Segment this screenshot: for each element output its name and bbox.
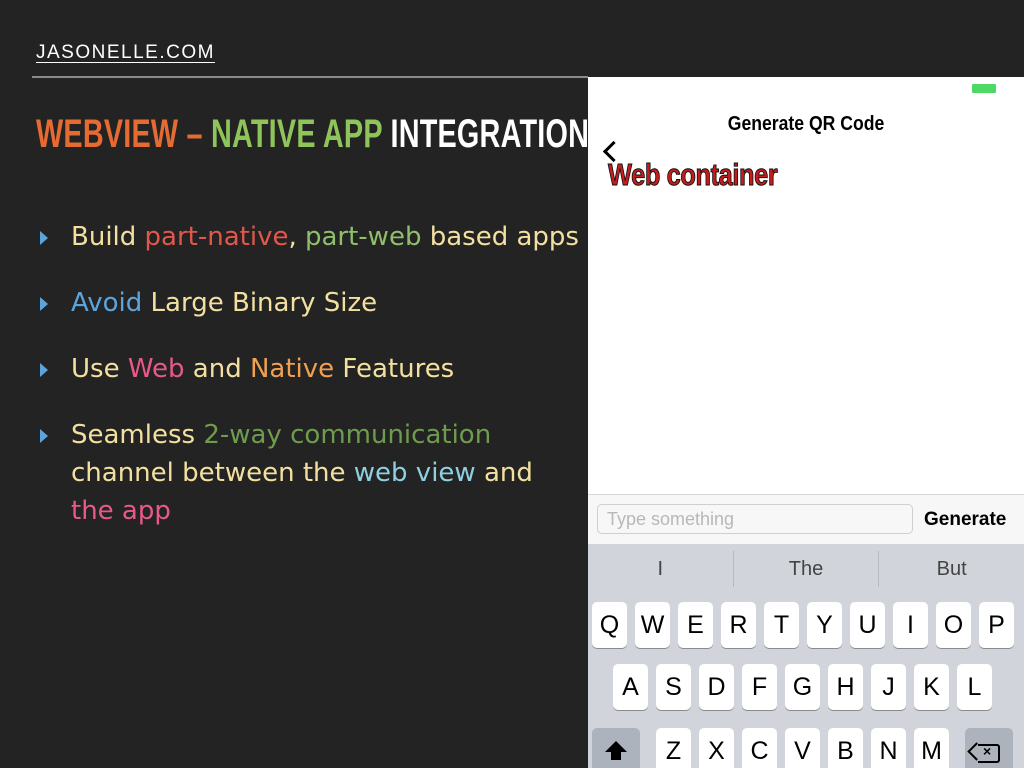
- key-p[interactable]: P: [979, 602, 1014, 648]
- bullet-text-segment: web view: [353, 458, 476, 488]
- key-t[interactable]: T: [764, 602, 799, 648]
- suggestion-item[interactable]: The: [734, 544, 879, 594]
- title-segment: –: [178, 112, 211, 156]
- key-d[interactable]: D: [699, 664, 734, 710]
- battery-icon: [972, 84, 996, 93]
- slide-title: WEBVIEW – NATIVE APP INTEGRATION: [36, 112, 589, 157]
- key-g[interactable]: G: [785, 664, 820, 710]
- bullet-list: Build part-native, part-web based apps Av…: [36, 218, 581, 558]
- bullet-item: Use Web and Native Features: [36, 350, 581, 388]
- bullet-text-segment: Use: [71, 354, 128, 384]
- bullet-text-segment: Avoid: [71, 288, 143, 318]
- key-f[interactable]: F: [742, 664, 777, 710]
- backspace-key[interactable]: ×: [965, 728, 1013, 768]
- message-input[interactable]: Type something: [597, 504, 913, 534]
- key-w[interactable]: W: [635, 602, 670, 648]
- key-m[interactable]: M: [914, 728, 949, 768]
- key-o[interactable]: O: [936, 602, 971, 648]
- key-j[interactable]: J: [871, 664, 906, 710]
- key-u[interactable]: U: [850, 602, 885, 648]
- suggestion-bar: I The But: [588, 544, 1024, 594]
- bullet-arrow-icon: [40, 363, 48, 377]
- bullet-text-segment: and: [475, 458, 533, 488]
- bullet-item: Build part-native, part-web based apps: [36, 218, 581, 256]
- keyboard: I The But × QWERTYUIOPASDFGHJKLZXCVBNM: [588, 544, 1024, 768]
- title-segment: WEBVIEW: [36, 112, 179, 156]
- header-divider: [32, 76, 588, 78]
- nav-title: Generate QR Code: [727, 113, 885, 135]
- bullet-arrow-icon: [40, 231, 48, 245]
- title-segment: INTEGRATION: [382, 112, 590, 156]
- bullet-arrow-icon: [40, 429, 48, 443]
- backspace-x-icon: ×: [983, 743, 992, 759]
- bullet-arrow-icon: [40, 297, 48, 311]
- bullet-text-segment: channel between the: [71, 458, 354, 488]
- bullet-text-segment: Large Binary Size: [142, 288, 378, 318]
- web-container-label: Web container: [608, 157, 779, 193]
- key-r[interactable]: R: [721, 602, 756, 648]
- bullet-item: Avoid Large Binary Size: [36, 284, 581, 322]
- bullet-text-segment: Features: [334, 354, 455, 384]
- bullet-text-segment: Seamless: [71, 420, 204, 450]
- suggestion-item[interactable]: I: [588, 544, 733, 594]
- generate-button[interactable]: Generate: [924, 509, 1006, 531]
- bullet-text-segment: Native: [249, 354, 335, 384]
- key-k[interactable]: K: [914, 664, 949, 710]
- key-y[interactable]: Y: [807, 602, 842, 648]
- bullet-text-segment: and: [184, 354, 250, 384]
- key-x[interactable]: X: [699, 728, 734, 768]
- bullet-text-segment: part-native: [144, 222, 289, 252]
- bullet-text-segment: Build: [71, 222, 145, 252]
- bullet-text-segment: Web: [127, 354, 185, 384]
- bullet-text-segment: based apps: [421, 222, 579, 252]
- site-link[interactable]: JASONELLE.COM: [36, 42, 215, 64]
- input-bar: Type something Generate: [588, 494, 1024, 545]
- key-n[interactable]: N: [871, 728, 906, 768]
- key-b[interactable]: B: [828, 728, 863, 768]
- key-a[interactable]: A: [613, 664, 648, 710]
- key-v[interactable]: V: [785, 728, 820, 768]
- bullet-text-segment: the app: [71, 496, 171, 526]
- phone-screen: Generate QR Code Web container Type some…: [588, 77, 1024, 768]
- shift-stem-icon: [611, 752, 621, 760]
- shift-arrow-icon: [605, 741, 627, 752]
- key-s[interactable]: S: [656, 664, 691, 710]
- key-q[interactable]: Q: [592, 602, 627, 648]
- shift-key[interactable]: [592, 728, 640, 768]
- key-e[interactable]: E: [678, 602, 713, 648]
- bullet-text-segment: ,: [288, 222, 305, 252]
- title-segment: NATIVE APP: [210, 112, 383, 156]
- suggestion-item[interactable]: But: [879, 544, 1024, 594]
- key-i[interactable]: I: [893, 602, 928, 648]
- bullet-text-segment: 2-way communication: [203, 420, 492, 450]
- key-l[interactable]: L: [957, 664, 992, 710]
- key-h[interactable]: H: [828, 664, 863, 710]
- key-z[interactable]: Z: [656, 728, 691, 768]
- bullet-item: Seamless 2-way communication channel bet…: [36, 416, 581, 530]
- bullet-text-segment: part-web: [304, 222, 422, 252]
- key-c[interactable]: C: [742, 728, 777, 768]
